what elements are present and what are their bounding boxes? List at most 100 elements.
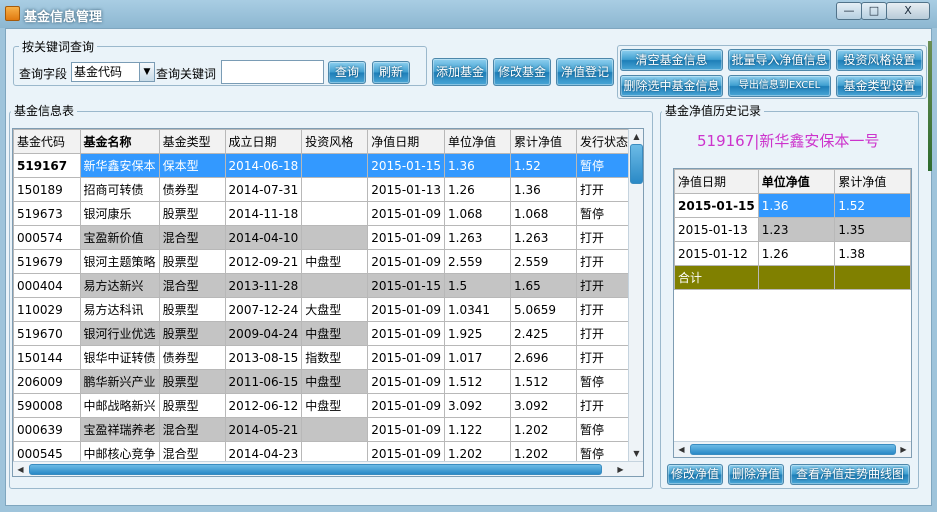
table-cell[interactable] [301, 177, 369, 202]
fund-grid-hscrollbar[interactable]: ◀ ▶ [13, 461, 643, 476]
table-cell[interactable]: 590008 [13, 393, 81, 418]
table-cell[interactable]: 1.35 [834, 217, 911, 242]
history-grid-hthumb[interactable] [690, 444, 896, 455]
table-cell[interactable]: 股票型 [158, 249, 226, 274]
table-cell[interactable]: 2013-11-28 [224, 273, 303, 298]
col-header[interactable]: 基金代码 [13, 129, 81, 154]
view-chart-button[interactable]: 查看净值走势曲线图 [790, 464, 910, 485]
table-cell[interactable]: 1.26 [757, 241, 836, 266]
table-cell[interactable]: 2.559 [510, 249, 577, 274]
table-cell[interactable]: 2013-08-15 [224, 345, 303, 370]
query-button[interactable]: 查询 [328, 61, 366, 84]
table-cell[interactable]: 1.017 [444, 345, 512, 370]
table-cell[interactable]: 2011-06-15 [224, 369, 303, 394]
table-cell[interactable]: 宝盈祥瑞养老 [79, 417, 160, 442]
minimize-button[interactable]: — [836, 2, 862, 20]
field-select[interactable]: 基金代码 ▼ [71, 62, 155, 82]
table-cell[interactable]: 银河康乐 [79, 201, 160, 226]
table-cell[interactable]: 1.263 [444, 225, 512, 250]
table-cell[interactable]: 新华鑫安保本 [79, 153, 160, 178]
table-cell[interactable]: 易方达新兴 [79, 273, 160, 298]
table-cell[interactable]: 2015-01-09 [367, 417, 446, 442]
table-cell[interactable]: 3.092 [444, 393, 512, 418]
table-cell[interactable]: 2015-01-09 [367, 225, 446, 250]
table-cell[interactable]: 2015-01-09 [367, 297, 446, 322]
table-cell[interactable]: 银河主题策略 [79, 249, 160, 274]
table-row[interactable]: 206009 鹏华新兴产业 股票型 2011-06-15 中盘型 2015-01-09 1.… [13, 369, 643, 394]
scroll-left-icon[interactable]: ◀ [674, 442, 689, 457]
table-cell[interactable]: 1.512 [444, 369, 512, 394]
table-cell[interactable]: 大盘型 [301, 297, 369, 322]
col-header[interactable]: 成立日期 [224, 129, 303, 154]
table-cell[interactable]: 2015-01-09 [367, 345, 446, 370]
table-cell[interactable]: 150189 [13, 177, 81, 202]
add-fund-button[interactable]: 添加基金 [432, 58, 488, 86]
table-cell[interactable]: 鹏华新兴产业 [79, 369, 160, 394]
table-cell[interactable]: 1.36 [510, 177, 577, 202]
table-cell[interactable]: 2014-06-18 [224, 153, 303, 178]
col-header[interactable]: 累计净值 [834, 169, 911, 194]
fund-grid-vthumb[interactable] [630, 144, 643, 184]
table-cell[interactable]: 150144 [13, 345, 81, 370]
table-cell[interactable]: 2015-01-15 [367, 153, 446, 178]
table-cell[interactable]: 宝盈新价值 [79, 225, 160, 250]
table-cell[interactable]: 股票型 [158, 393, 226, 418]
table-cell[interactable]: 混合型 [158, 225, 226, 250]
table-cell[interactable]: 1.36 [444, 153, 512, 178]
scroll-right-icon[interactable]: ▶ [613, 462, 628, 476]
scroll-left-icon[interactable]: ◀ [13, 462, 28, 476]
table-cell[interactable]: 2012-06-12 [224, 393, 303, 418]
table-cell[interactable]: 中盘型 [301, 369, 369, 394]
table-cell[interactable]: 2015-01-09 [367, 321, 446, 346]
keyword-input[interactable] [221, 60, 324, 84]
col-header[interactable]: 基金名称 [79, 129, 160, 154]
table-cell[interactable]: 债券型 [158, 177, 226, 202]
table-cell[interactable]: 000404 [13, 273, 81, 298]
nav-register-button[interactable]: 净值登记 [556, 58, 614, 86]
table-row[interactable]: 150189 招商可转债 债券型 2014-07-31 2015-01-13 1.26 1.… [13, 177, 643, 202]
table-cell[interactable]: 1.068 [444, 201, 512, 226]
table-cell[interactable]: 1.512 [510, 369, 577, 394]
table-row[interactable]: 590008 中邮战略新兴 股票型 2012-06-12 中盘型 2015-01-09 3.… [13, 393, 643, 418]
table-cell[interactable]: 中盘型 [301, 321, 369, 346]
table-cell[interactable]: 1.65 [510, 273, 577, 298]
table-row[interactable]: 2015-01-12 1.26 1.38 [674, 241, 911, 266]
export-excel-button[interactable]: 导出信息到EXCEL [728, 75, 831, 97]
table-cell[interactable] [301, 153, 369, 178]
batch-import-button[interactable]: 批量导入净值信息 [728, 49, 831, 71]
table-cell[interactable]: 1.0341 [444, 297, 512, 322]
close-button[interactable]: X [886, 2, 930, 20]
table-row[interactable]: 000639 宝盈祥瑞养老 混合型 2014-05-21 2015-01-09 1.122… [13, 417, 643, 442]
table-cell[interactable] [301, 201, 369, 226]
table-cell[interactable]: 2015-01-09 [367, 249, 446, 274]
edit-fund-button[interactable]: 修改基金 [493, 58, 551, 86]
title-bar[interactable]: 基金信息管理 — □ X [0, 0, 937, 28]
table-cell[interactable]: 2007-12-24 [224, 297, 303, 322]
table-cell[interactable]: 2014-04-10 [224, 225, 303, 250]
table-cell[interactable]: 银河行业优选 [79, 321, 160, 346]
scroll-right-icon[interactable]: ▶ [896, 442, 911, 457]
col-header[interactable]: 基金类型 [158, 129, 226, 154]
col-header[interactable]: 投资风格 [301, 129, 369, 154]
table-cell[interactable]: 2015-01-13 [367, 177, 446, 202]
table-cell[interactable]: 2014-11-18 [224, 201, 303, 226]
table-cell[interactable]: 110029 [13, 297, 81, 322]
table-cell[interactable]: 2014-05-21 [224, 417, 303, 442]
table-cell[interactable]: 2015-01-09 [367, 393, 446, 418]
fund-grid-hthumb[interactable] [29, 464, 602, 475]
table-cell[interactable]: 1.26 [444, 177, 512, 202]
chevron-down-icon[interactable]: ▼ [139, 63, 154, 81]
clear-info-button[interactable]: 清空基金信息 [620, 49, 723, 71]
table-cell[interactable]: 中盘型 [301, 393, 369, 418]
table-cell[interactable]: 1.263 [510, 225, 577, 250]
table-cell[interactable]: 股票型 [158, 201, 226, 226]
col-header[interactable]: 累计净值 [510, 129, 577, 154]
type-settings-button[interactable]: 基金类型设置 [836, 75, 923, 97]
table-cell[interactable]: 519673 [13, 201, 81, 226]
table-cell[interactable] [301, 225, 369, 250]
table-cell[interactable]: 2015-01-15 [367, 273, 446, 298]
table-cell[interactable]: 2015-01-13 [674, 217, 759, 242]
table-cell[interactable]: 1.52 [834, 193, 911, 218]
table-cell[interactable]: 中邮战略新兴 [79, 393, 160, 418]
table-cell[interactable]: 债券型 [158, 345, 226, 370]
